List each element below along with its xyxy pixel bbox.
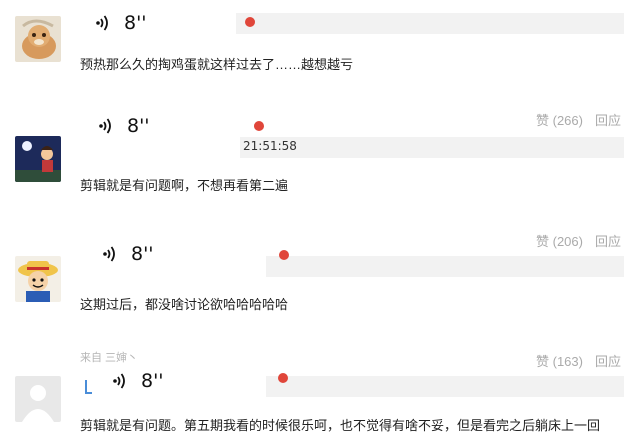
comment-text: 剪辑就是有问题。第五期我看的时候很乐呵，也不觉得有啥不妥，但是看完之后躺床上一回 — [80, 418, 601, 433]
voice-wave-icon — [99, 117, 113, 135]
like-button[interactable]: 赞 (163) — [536, 351, 583, 370]
like-button[interactable]: 赞 (266) — [536, 110, 583, 129]
like-button[interactable]: 赞 (206) — [536, 231, 583, 250]
voice-progress-dot[interactable] — [278, 373, 288, 383]
comment-actions: 赞 (206) 回应 — [536, 231, 621, 250]
voice-message[interactable]: 8'' — [99, 115, 150, 137]
comment-text: 预热那么久的掏鸡蛋就这样过去了……越想越亏 — [80, 57, 354, 72]
voice-progress-dot[interactable] — [254, 121, 264, 131]
voice-wave-icon — [96, 14, 110, 32]
reply-button[interactable]: 回应 — [595, 110, 621, 129]
username[interactable]: 来自 三婶丶 — [80, 349, 138, 365]
voice-progress-dot[interactable] — [245, 17, 255, 27]
voice-wave-icon — [103, 245, 117, 263]
voice-progress-dot[interactable] — [279, 250, 289, 260]
comment-text: 这期过后，都没啥讨论欲哈哈哈哈哈 — [80, 297, 289, 312]
avatar[interactable] — [15, 256, 61, 302]
voice-message[interactable]: 8'' — [103, 243, 154, 265]
reply-button[interactable]: 回应 — [595, 231, 621, 250]
comment-actions: 赞 (163) 回应 — [536, 351, 621, 370]
voice-progress-track[interactable] — [236, 13, 624, 34]
voice-timestamp: 21:51:58 — [243, 139, 297, 153]
avatar[interactable] — [15, 16, 61, 62]
quote-marker-icon — [85, 380, 92, 394]
avatar[interactable] — [15, 136, 61, 182]
voice-duration: 8'' — [127, 115, 150, 137]
voice-progress-track[interactable] — [240, 137, 624, 158]
voice-duration: 8'' — [141, 370, 164, 392]
comment-text: 剪辑就是有问题啊，不想再看第二遍 — [80, 178, 289, 193]
voice-duration: 8'' — [124, 12, 147, 34]
voice-progress-track[interactable] — [266, 256, 624, 277]
voice-duration: 8'' — [131, 243, 154, 265]
comment-actions: 赞 (266) 回应 — [536, 110, 621, 129]
avatar[interactable] — [15, 376, 61, 422]
voice-wave-icon — [113, 372, 127, 390]
voice-message[interactable]: 8'' — [113, 370, 164, 392]
voice-message[interactable]: 8'' — [96, 12, 147, 34]
voice-progress-track[interactable] — [266, 376, 624, 397]
reply-button[interactable]: 回应 — [595, 351, 621, 370]
